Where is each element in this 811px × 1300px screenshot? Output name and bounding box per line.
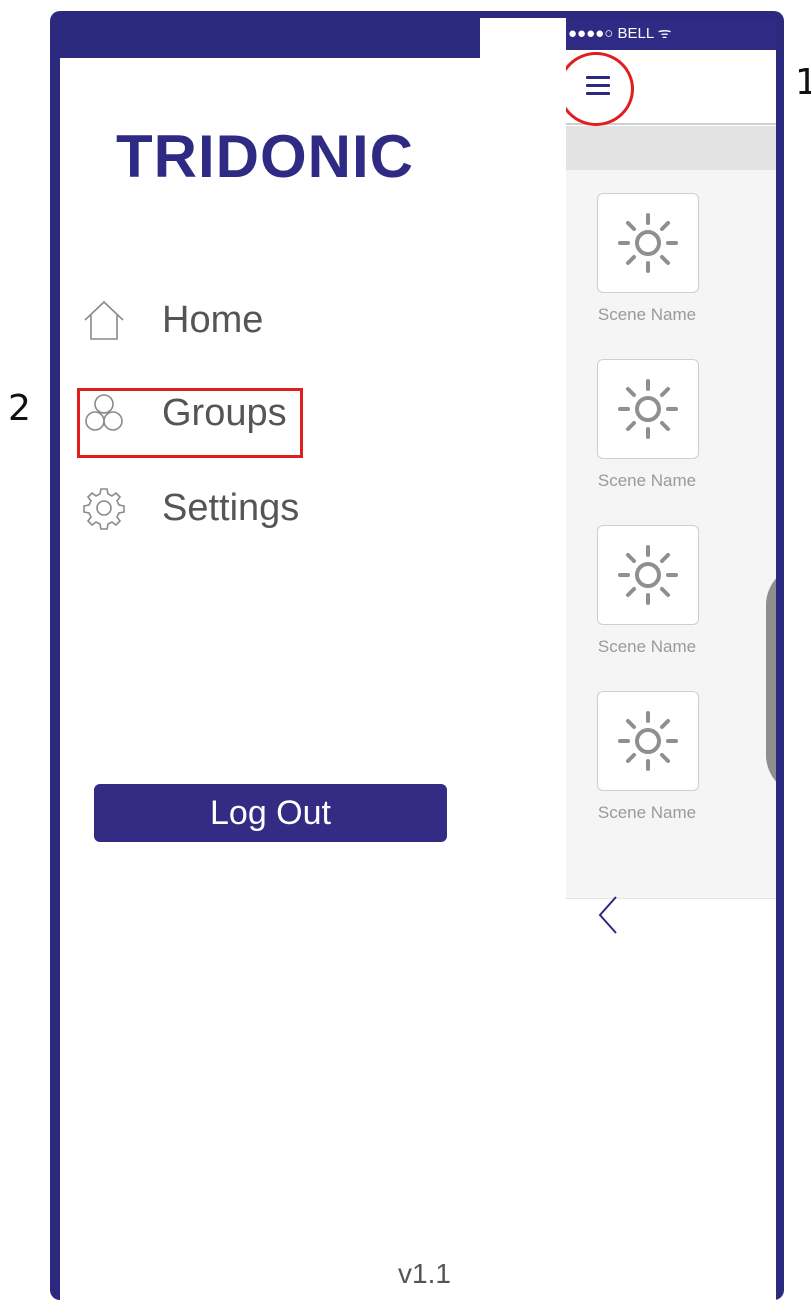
log-out-button[interactable]: Log Out: [94, 784, 447, 842]
gear-icon: [83, 488, 125, 530]
highlight-box: [77, 388, 303, 458]
scene-item[interactable]: Scene Name: [597, 193, 701, 325]
scene-label: Scene Name: [597, 471, 697, 490]
scene-tile[interactable]: [597, 193, 699, 293]
scene-tile[interactable]: [597, 359, 699, 459]
drawer-header-gap: [480, 18, 566, 58]
scene-item[interactable]: Scene Name: [597, 691, 701, 823]
scene-tile[interactable]: [597, 691, 699, 791]
nav-label-settings: Settings: [162, 486, 300, 529]
scene-item[interactable]: Scene Name: [597, 525, 701, 657]
sun-icon: [618, 213, 678, 273]
scene-item[interactable]: Scene Name: [597, 359, 701, 491]
scene-list: Scene Name Scene Name Scene Name Scene N…: [566, 170, 776, 899]
scene-tile[interactable]: [597, 525, 699, 625]
highlight-circle: [566, 52, 634, 126]
nav-item-settings[interactable]: Settings: [82, 478, 299, 538]
side-drawer: TRIDONIC Home Groups Settings Log Out v1…: [60, 18, 566, 1300]
tridonic-logo: TRIDONIC: [116, 123, 414, 190]
scene-label: Scene Name: [597, 637, 697, 656]
background-dial: [766, 565, 776, 795]
scene-label: Scene Name: [597, 803, 697, 822]
home-icon: [84, 300, 124, 340]
sun-icon: [618, 379, 678, 439]
nav-label-home: Home: [162, 298, 264, 341]
version-label: v1.1: [398, 1258, 451, 1289]
scene-label: Scene Name: [597, 305, 697, 324]
top-navbar: [566, 50, 776, 126]
callout-number-2: 2: [8, 388, 31, 429]
main-screen: ●●●●○ BELL ᯤ Scene Name Scene Name Scene…: [566, 18, 776, 1300]
sun-icon: [618, 545, 678, 605]
callout-number-1: 1: [795, 62, 811, 103]
status-bar: ●●●●○ BELL ᯤ: [566, 18, 776, 50]
sub-header-bar: [566, 126, 776, 170]
back-chevron-icon[interactable]: [596, 894, 620, 941]
sun-icon: [618, 711, 678, 771]
nav-item-home[interactable]: Home: [82, 290, 263, 350]
drawer-header-bar: [60, 18, 480, 58]
